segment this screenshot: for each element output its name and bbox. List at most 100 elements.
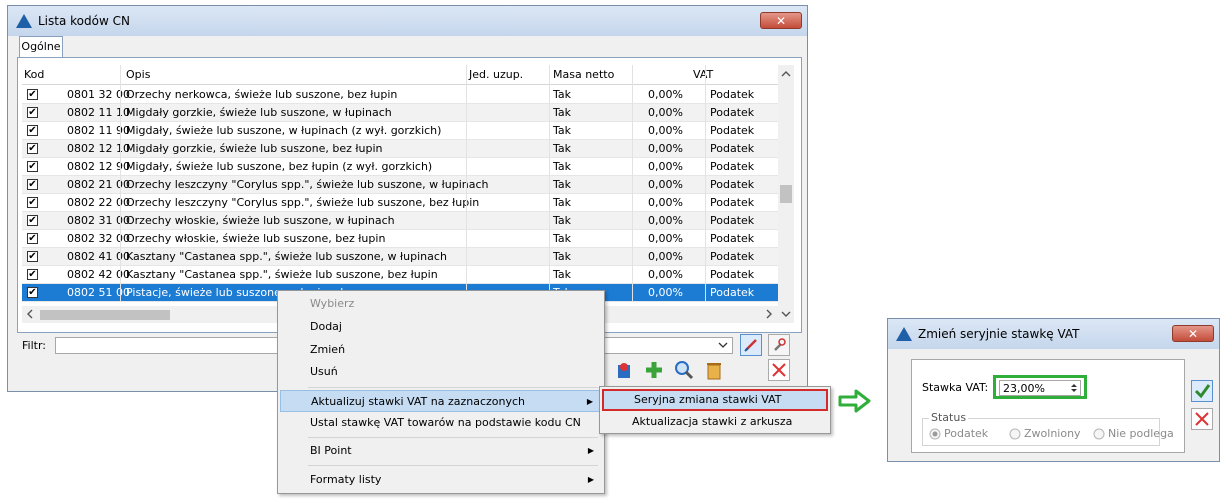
scroll-right-arrow-icon	[766, 309, 772, 319]
plus-icon	[646, 362, 662, 378]
vertical-scrollbar[interactable]	[778, 65, 794, 323]
search-icon	[675, 361, 694, 380]
column-header-kod[interactable]: Kod	[24, 68, 44, 81]
filter-settings-button[interactable]	[768, 334, 790, 356]
table-row[interactable]: ✔ 0802 11 90 Migdały, świeże lub suszone, …	[22, 122, 778, 140]
row-masa: Tak	[553, 268, 572, 281]
table-row[interactable]: ✔ 0802 32 00 Orzechy włoskie, świeże lub s…	[22, 230, 778, 248]
vat-rate-spinner[interactable]: 23,00%	[999, 380, 1081, 396]
tab-general[interactable]: Ogólne	[19, 36, 63, 58]
row-checkbox[interactable]: ✔	[27, 161, 38, 172]
radio-selected-icon	[929, 428, 941, 440]
export-button[interactable]	[613, 359, 635, 381]
table-row[interactable]: ✔ 0802 12 90 Migdały, świeże lub suszone, …	[22, 158, 778, 176]
column-header-jed[interactable]: Jed. uzup.	[469, 68, 523, 81]
row-checkbox[interactable]: ✔	[27, 179, 38, 190]
menu-item-label: Zmień	[310, 343, 346, 356]
add-button[interactable]	[643, 359, 665, 381]
row-masa: Tak	[553, 106, 572, 119]
dialog-close-button[interactable]: ✕	[1172, 325, 1214, 342]
menu-item-dodaj[interactable]: Dodaj	[280, 316, 602, 338]
table-row[interactable]: ✔ 0801 32 00 Orzechy nerkowca, świeże lub …	[22, 86, 778, 104]
scroll-down-arrow-icon	[781, 311, 791, 317]
menu-item-usun[interactable]: Usuń	[280, 361, 602, 383]
row-checkbox[interactable]: ✔	[27, 143, 38, 154]
row-desc: Orzechy włoskie, świeże lub suszone, bez…	[126, 232, 386, 245]
table-row[interactable]: ✔ 0802 12 10 Migdały gorzkie, świeże lub s…	[22, 140, 778, 158]
table-row[interactable]: ✔ 0802 31 00 Orzechy włoskie, świeże lub s…	[22, 212, 778, 230]
menu-item-set-vat-by-cn[interactable]: Ustal stawkę VAT towarów na podstawie ko…	[280, 412, 602, 434]
submenu-item-update-from-sheet[interactable]: Aktualizacja stawki z arkusza	[602, 412, 828, 432]
menu-item-zmien[interactable]: Zmień	[280, 339, 602, 361]
submenu-item-serial-vat-change[interactable]: Seryjna zmiana stawki VAT	[602, 389, 828, 411]
column-divider	[120, 65, 121, 302]
submenu-arrow-icon: ▶	[587, 475, 594, 484]
table-row[interactable]: ✔ 0802 41 00 Kasztany "Castanea spp.", świ…	[22, 248, 778, 266]
row-checkbox[interactable]: ✔	[27, 89, 38, 100]
delete-button[interactable]	[703, 359, 725, 381]
column-header-vat[interactable]: VAT	[693, 68, 713, 81]
row-checkbox[interactable]: ✔	[27, 125, 38, 136]
filter-label: Filtr:	[22, 339, 46, 352]
row-checkbox[interactable]: ✔	[27, 269, 38, 280]
row-desc: Orzechy włoskie, świeże lub suszone, w ł…	[126, 214, 395, 227]
window-title: Lista kodów CN	[38, 14, 130, 28]
row-desc: Orzechy leszczyny "Corylus spp.", świeże…	[126, 196, 480, 209]
radio-label: Zwolniony	[1024, 427, 1081, 440]
dialog-content-panel: Stawka VAT: 23,00% Status Podatek Zwolni…	[911, 359, 1185, 453]
scroll-thumb	[780, 185, 792, 203]
search-button[interactable]	[673, 359, 695, 381]
vat-submenu: Seryjna zmiana stawki VAT Aktualizacja s…	[599, 386, 831, 434]
table-row[interactable]: ✔ 0802 11 10 Migdały gorzkie, świeże lub s…	[22, 104, 778, 122]
row-checkbox[interactable]: ✔	[27, 233, 38, 244]
close-button[interactable]: ✕	[760, 12, 802, 29]
row-vat: Podatek	[710, 268, 755, 281]
menu-item-bi-point[interactable]: BI Point ▶	[280, 440, 602, 462]
submenu-item-label: Seryjna zmiana stawki VAT	[634, 393, 782, 406]
row-checkbox[interactable]: ✔	[27, 287, 38, 298]
row-pct: 0,00%	[648, 88, 683, 101]
wrench-icon	[774, 338, 786, 351]
filter-dropdown-button[interactable]	[714, 337, 733, 354]
row-masa: Tak	[553, 196, 572, 209]
row-pct: 0,00%	[648, 214, 683, 227]
clear-filter-button[interactable]	[740, 334, 762, 356]
row-vat: Podatek	[710, 142, 755, 155]
dialog-cancel-button[interactable]	[1191, 408, 1213, 430]
menu-separator	[308, 387, 598, 388]
row-checkbox[interactable]: ✔	[27, 107, 38, 118]
confirm-button[interactable]	[1191, 380, 1213, 402]
row-masa: Tak	[553, 124, 572, 137]
menu-item-wybierz[interactable]: Wybierz	[280, 293, 602, 315]
row-desc: Kasztany "Castanea spp.", świeże lub sus…	[126, 268, 438, 281]
submenu-arrow-icon: ▶	[587, 446, 594, 455]
table-row[interactable]: ✔ 0802 22 00 Orzechy leszczyny "Corylus sp…	[22, 194, 778, 212]
column-header-masa[interactable]: Masa netto	[553, 68, 614, 81]
dialog-title: Zmień seryjnie stawkę VAT	[918, 327, 1080, 341]
radio-label: Nie podlega	[1108, 427, 1174, 440]
close-list-button[interactable]	[768, 359, 790, 381]
row-checkbox[interactable]: ✔	[27, 251, 38, 262]
column-header-opis[interactable]: Opis	[126, 68, 150, 81]
menu-item-list-formats[interactable]: Formaty listy ▶	[280, 469, 602, 491]
table-row[interactable]: ✔ 0802 21 00 Orzechy leszczyny "Corylus sp…	[22, 176, 778, 194]
row-pct: 0,00%	[648, 124, 683, 137]
spinner-arrows-icon	[1071, 384, 1077, 392]
table-header: Kod Opis Jed. uzup. Masa netto VAT	[22, 65, 778, 85]
row-checkbox[interactable]: ✔	[27, 197, 38, 208]
transition-arrow-icon	[838, 389, 872, 413]
row-desc: Kasztany "Castanea spp.", świeże lub sus…	[126, 250, 447, 263]
row-pct: 0,00%	[648, 178, 683, 191]
row-vat: Podatek	[710, 124, 755, 137]
table-row[interactable]: ✔ 0802 42 00 Kasztany "Castanea spp.", świ…	[22, 266, 778, 284]
menu-item-label: Usuń	[310, 365, 338, 378]
submenu-arrow-icon: ▶	[586, 397, 593, 406]
submenu-item-label: Aktualizacja stawki z arkusza	[632, 415, 793, 428]
row-checkbox[interactable]: ✔	[27, 215, 38, 226]
export-icon	[618, 363, 630, 378]
row-masa: Tak	[553, 142, 572, 155]
menu-item-update-vat[interactable]: Aktualizuj stawki VAT na zaznaczonych ▶	[280, 390, 602, 412]
row-desc: Migdały gorzkie, świeże lub suszone, w ł…	[126, 106, 392, 119]
app-logo-icon	[16, 14, 32, 28]
menu-item-label: Formaty listy	[310, 473, 382, 486]
